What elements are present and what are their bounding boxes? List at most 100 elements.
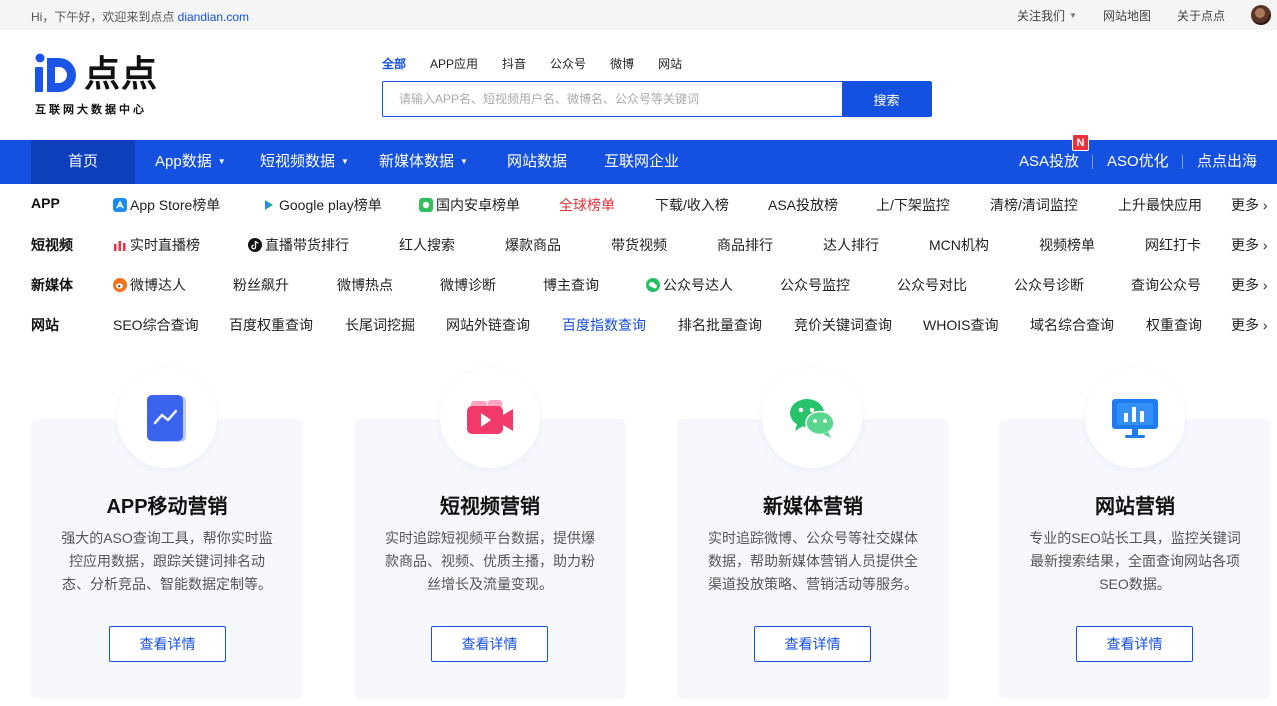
nav-item-website-data[interactable]: 网站数据 bbox=[507, 140, 567, 184]
link-android-rank[interactable]: 国内安卓榜单 bbox=[419, 195, 520, 215]
chevron-right-icon: › bbox=[1262, 317, 1268, 333]
avatar[interactable] bbox=[1251, 5, 1271, 25]
about-link[interactable]: 关于点点 bbox=[1177, 7, 1225, 24]
link-global-rank[interactable]: 全球榜单 bbox=[559, 195, 615, 215]
nav-item-internet-company[interactable]: 互联网企业 bbox=[604, 140, 679, 184]
more-link[interactable]: 更多 › bbox=[1231, 195, 1268, 215]
link-official-compare[interactable]: 公众号对比 bbox=[897, 275, 967, 295]
link-blogger-query[interactable]: 博主查询 bbox=[543, 275, 599, 295]
link-live-commerce[interactable]: 直播带货排行 bbox=[248, 235, 349, 255]
link-asa-rank[interactable]: ASA投放榜 bbox=[768, 195, 838, 215]
follow-us-label: 关注我们 bbox=[1017, 8, 1066, 23]
card-description: 实时追踪微博、公众号等社交媒体数据，帮助新媒体营销人员提供全渠道投放策略、营销活… bbox=[708, 530, 918, 592]
link-clear-monitor[interactable]: 清榜/清词监控 bbox=[990, 195, 1078, 215]
link-weibo-hot[interactable]: 微博热点 bbox=[337, 275, 393, 295]
wechat-icon bbox=[790, 399, 835, 438]
chevron-down-icon: ▼ bbox=[1069, 10, 1077, 20]
card-detail-button[interactable]: 查看详情 bbox=[431, 626, 548, 662]
link-appstore-rank[interactable]: App Store榜单 bbox=[113, 195, 220, 215]
search-tab-app[interactable]: APP应用 bbox=[430, 55, 478, 72]
link-influencer-search[interactable]: 红人搜索 bbox=[399, 235, 455, 255]
search-input[interactable] bbox=[383, 82, 842, 116]
more-link[interactable]: 更多 › bbox=[1231, 235, 1268, 255]
search-tab-douyin[interactable]: 抖音 bbox=[502, 55, 526, 72]
link-longtail-mining[interactable]: 长尾词挖掘 bbox=[345, 315, 415, 335]
video-camera-icon bbox=[467, 400, 513, 434]
link-listing-monitor[interactable]: 上/下架监控 bbox=[876, 195, 950, 215]
search-tab-official-account[interactable]: 公众号 bbox=[550, 55, 586, 72]
search-box: 搜索 bbox=[382, 81, 932, 117]
link-commerce-videos[interactable]: 带货视频 bbox=[611, 235, 667, 255]
nav-item-short-video[interactable]: 短视频数据 ▼ bbox=[260, 140, 349, 184]
link-label: 直播带货排行 bbox=[265, 237, 349, 253]
quick-row-website: 网站 SEO综合查询 百度权重查询 长尾词挖掘 网站外链查询 百度指数查询 排名… bbox=[0, 304, 1277, 344]
link-official-monitor[interactable]: 公众号监控 bbox=[780, 275, 850, 295]
card-detail-button[interactable]: 查看详情 bbox=[1076, 626, 1193, 662]
link-label: 微博达人 bbox=[130, 277, 186, 293]
link-label: 实时直播榜 bbox=[130, 237, 200, 253]
link-bidding-keywords[interactable]: 竞价关键词查询 bbox=[794, 315, 892, 335]
nav-divider bbox=[1182, 155, 1183, 169]
card-title: APP移动营销 bbox=[106, 496, 228, 518]
search-tab-all[interactable]: 全部 bbox=[382, 55, 406, 72]
search-button[interactable]: 搜索 bbox=[842, 82, 931, 116]
site-link[interactable]: diandian.com bbox=[178, 10, 249, 24]
row-category: 短视频 bbox=[31, 237, 73, 253]
sitemap-link[interactable]: 网站地图 bbox=[1103, 7, 1151, 24]
link-weight-query[interactable]: 权重查询 bbox=[1146, 315, 1202, 335]
link-mcn[interactable]: MCN机构 bbox=[929, 235, 989, 255]
link-download-revenue[interactable]: 下载/收入榜 bbox=[655, 195, 729, 215]
nav-item-aso[interactable]: ASO优化 bbox=[1107, 140, 1169, 184]
link-weibo-talent[interactable]: 微博达人 bbox=[113, 275, 186, 295]
link-influencer-checkin[interactable]: 网红打卡 bbox=[1145, 235, 1201, 255]
more-label: 更多 bbox=[1231, 197, 1259, 213]
logo[interactable]: 点点 互联网大数据中心 bbox=[35, 52, 165, 116]
card-icon-circle bbox=[440, 368, 540, 468]
link-domain-query[interactable]: 域名综合查询 bbox=[1030, 315, 1114, 335]
quick-row-new-media: 新媒体 微博达人 粉丝飙升 微博热点 微博诊断 博主查询 公众号达人 公众号监控… bbox=[0, 264, 1277, 304]
card-title: 短视频营销 bbox=[440, 496, 540, 518]
link-talent-rank[interactable]: 达人排行 bbox=[823, 235, 879, 255]
link-video-rank[interactable]: 视频榜单 bbox=[1039, 235, 1095, 255]
link-batch-rank[interactable]: 排名批量查询 bbox=[678, 315, 762, 335]
link-fans-rising[interactable]: 粉丝飙升 bbox=[233, 275, 289, 295]
card-detail-button[interactable]: 查看详情 bbox=[754, 626, 871, 662]
monitor-chart-icon bbox=[1112, 399, 1158, 438]
more-link[interactable]: 更多 › bbox=[1231, 315, 1268, 335]
link-baidu-weight[interactable]: 百度权重查询 bbox=[229, 315, 313, 335]
card-detail-button[interactable]: 查看详情 bbox=[109, 626, 226, 662]
app-store-icon bbox=[113, 198, 127, 212]
link-backlink-query[interactable]: 网站外链查询 bbox=[446, 315, 530, 335]
search-tab-website[interactable]: 网站 bbox=[658, 55, 682, 72]
chevron-right-icon: › bbox=[1262, 237, 1268, 253]
link-weibo-diagnose[interactable]: 微博诊断 bbox=[440, 275, 496, 295]
link-seo-query[interactable]: SEO综合查询 bbox=[113, 315, 199, 335]
card-icon-circle bbox=[1085, 368, 1185, 468]
nav-item-new-media[interactable]: 新媒体数据 ▼ bbox=[379, 140, 468, 184]
link-official-talent[interactable]: 公众号达人 bbox=[646, 275, 733, 295]
nav-short-video-label: 短视频数据 bbox=[260, 153, 336, 170]
link-googleplay-rank[interactable]: Google play榜单 bbox=[262, 195, 382, 215]
link-hot-products[interactable]: 爆款商品 bbox=[505, 235, 561, 255]
top-bar: Hi，下午好，欢迎来到点点 diandian.com 关注我们 ▼ 网站地图 关于… bbox=[0, 0, 1277, 30]
weibo-icon bbox=[113, 278, 127, 292]
nav-divider bbox=[1092, 155, 1093, 169]
nav-item-home[interactable]: 首页 bbox=[31, 140, 135, 184]
link-official-diagnose[interactable]: 公众号诊断 bbox=[1014, 275, 1084, 295]
link-whois[interactable]: WHOIS查询 bbox=[923, 315, 998, 335]
link-baidu-index[interactable]: 百度指数查询 bbox=[562, 315, 646, 335]
link-fastest-rising[interactable]: 上升最快应用 bbox=[1118, 195, 1202, 215]
nav-item-overseas[interactable]: 点点出海 bbox=[1197, 140, 1257, 184]
link-live-rank[interactable]: 实时直播榜 bbox=[113, 235, 200, 255]
link-product-rank[interactable]: 商品排行 bbox=[717, 235, 773, 255]
search-tab-weibo[interactable]: 微博 bbox=[610, 55, 634, 72]
nav-item-app-data[interactable]: App数据 ▼ bbox=[155, 140, 226, 184]
nav-item-asa[interactable]: ASA投放 bbox=[1019, 140, 1079, 184]
link-official-query[interactable]: 查询公众号 bbox=[1131, 275, 1201, 295]
more-link[interactable]: 更多 › bbox=[1231, 275, 1268, 295]
phone-chart-icon bbox=[147, 395, 186, 442]
nav-home-label: 首页 bbox=[67, 153, 98, 170]
follow-us-link[interactable]: 关注我们 ▼ bbox=[1017, 7, 1077, 24]
logo-name: 点点 bbox=[84, 53, 159, 94]
nav-app-data-label: App数据 bbox=[155, 153, 212, 170]
